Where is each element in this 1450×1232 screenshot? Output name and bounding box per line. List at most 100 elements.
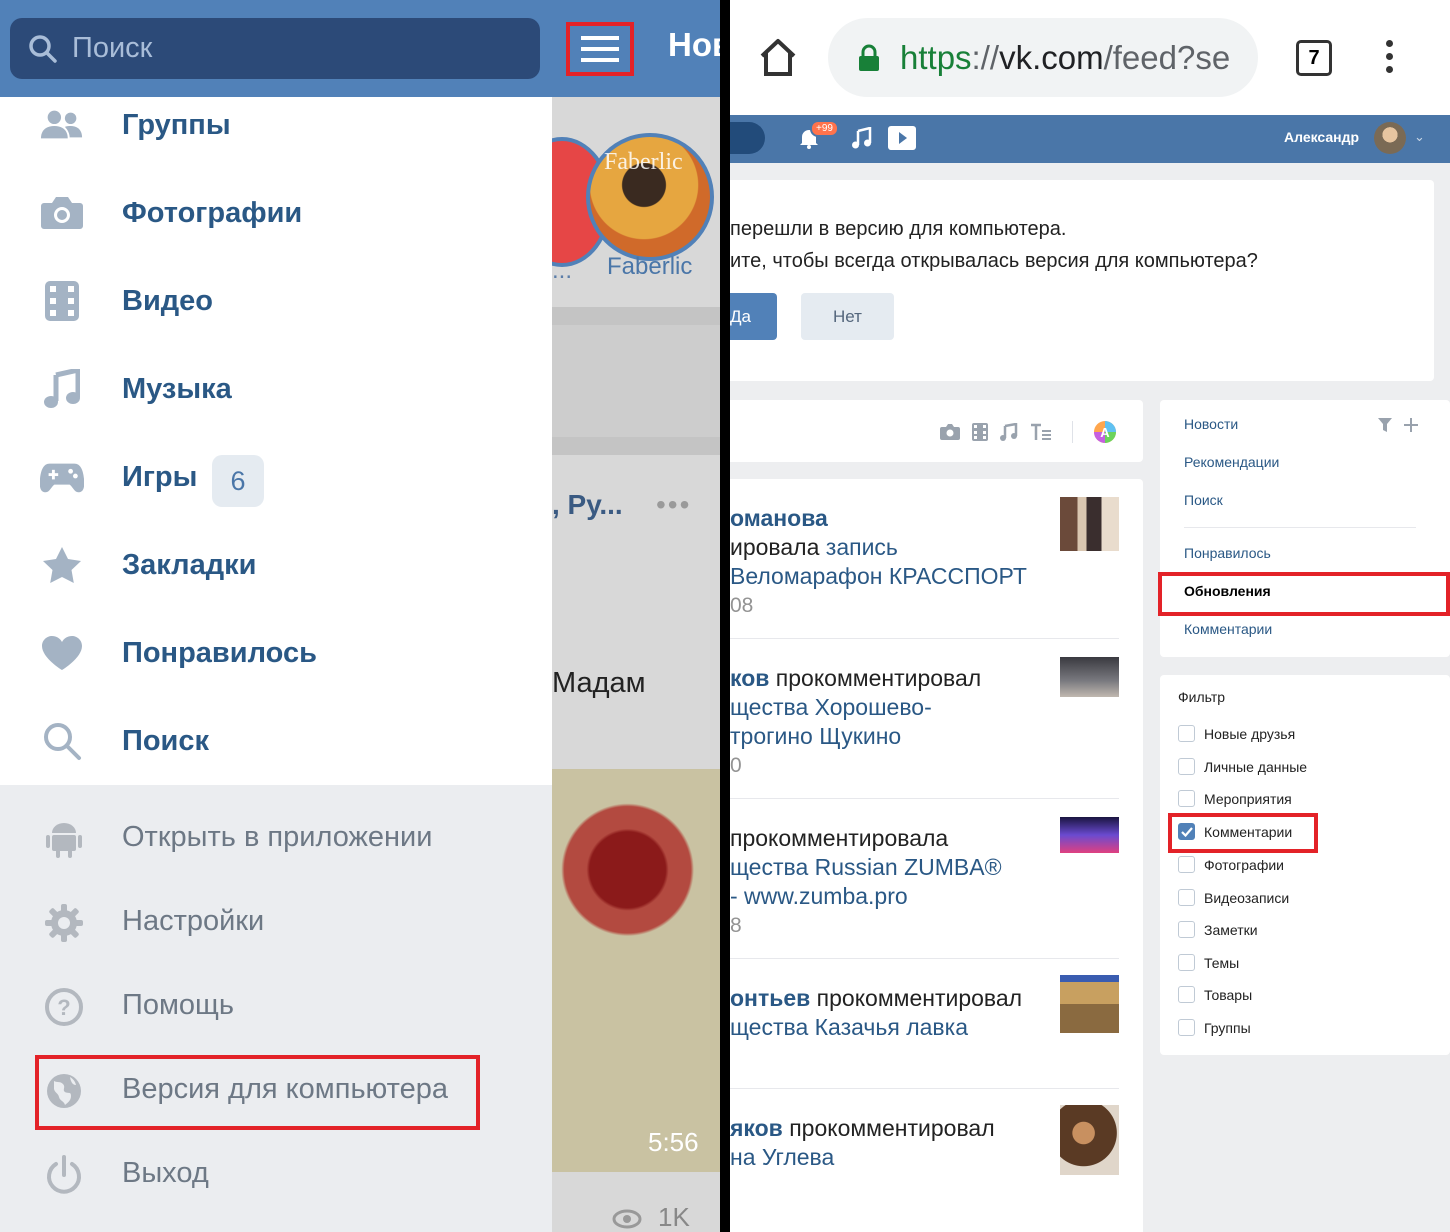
filter-products[interactable]: Товары xyxy=(1178,986,1252,1003)
filter-events[interactable]: Мероприятия xyxy=(1178,790,1292,807)
mobile-vk-screen: Faberlic ... Faberlic , Ру... ••• Мадам … xyxy=(0,0,720,1232)
checkbox[interactable] xyxy=(1178,1019,1195,1036)
menu-button[interactable] xyxy=(566,22,634,76)
tab-switcher-button[interactable]: 7 xyxy=(1296,40,1332,76)
plus-icon[interactable] xyxy=(1404,418,1418,432)
checkbox[interactable] xyxy=(1178,986,1195,1003)
post-thumbnail[interactable] xyxy=(1060,975,1119,1033)
menu-item-music[interactable]: Музыка xyxy=(0,345,552,433)
menu-item-liked[interactable]: Понравилось xyxy=(0,609,552,697)
menu-item-open-in-app[interactable]: Открыть в приложении xyxy=(0,797,552,881)
url-path: /feed?se xyxy=(1103,38,1231,76)
feed-line: трогино Щукино xyxy=(730,723,902,749)
user-name[interactable]: Александр xyxy=(1284,129,1359,145)
yes-button[interactable]: Да xyxy=(730,293,777,340)
menu-item-search[interactable]: Поиск xyxy=(0,697,552,785)
filter-icon[interactable] xyxy=(1378,418,1392,432)
desktop-vk-screen: https://vk.com/feed?se 7 +99 Александр ⌄… xyxy=(730,0,1450,1232)
filter-videos[interactable]: Видеозаписи xyxy=(1178,889,1289,906)
menu-item-groups[interactable]: Группы xyxy=(0,81,552,169)
desktop-version-notice: перешли в версию для компьютера. ите, чт… xyxy=(730,180,1434,381)
text-format-icon[interactable] xyxy=(1030,423,1052,441)
checkbox[interactable] xyxy=(1178,725,1195,742)
notification-badge: +99 xyxy=(810,120,839,137)
android-icon xyxy=(46,823,82,858)
address-bar[interactable]: https://vk.com/feed?se xyxy=(828,18,1258,97)
menu-item-bookmarks[interactable]: Закладки xyxy=(0,521,552,609)
browser-menu-icon[interactable] xyxy=(1386,40,1394,76)
menu-item-settings[interactable]: Настройки xyxy=(0,881,552,965)
search-icon xyxy=(44,723,81,760)
music-icon[interactable] xyxy=(852,127,872,149)
play-icon[interactable] xyxy=(888,126,916,150)
menu-item-logout[interactable]: Выход xyxy=(0,1133,552,1217)
vk-header: +99 Александр ⌄ xyxy=(730,115,1450,163)
feed-line: на Углева xyxy=(730,1144,835,1170)
highlight-comments-filter xyxy=(1168,813,1318,853)
post-views: 1K xyxy=(612,1202,690,1232)
post-thumbnail[interactable] xyxy=(1060,1105,1119,1175)
video-icon[interactable] xyxy=(972,423,988,441)
feed-line: онтьев прокомментировал xyxy=(730,985,1023,1011)
video-icon xyxy=(45,281,79,321)
tab-comments[interactable]: Комментарии xyxy=(1184,621,1272,637)
filter-topics[interactable]: Темы xyxy=(1178,954,1239,971)
feed-item[interactable]: прокомментировала щества Russian ZUMBA® … xyxy=(730,799,1143,959)
feed-item[interactable]: онтьев прокомментировал щества Казачья л… xyxy=(730,959,1143,1089)
filter-personal-data[interactable]: Личные данные xyxy=(1178,758,1307,775)
post-thumbnail[interactable] xyxy=(1060,817,1119,853)
chevron-down-icon[interactable]: ⌄ xyxy=(1414,129,1425,145)
star-icon xyxy=(43,547,81,583)
search-icon xyxy=(29,34,57,63)
no-button[interactable]: Нет xyxy=(801,293,894,340)
post-more-button[interactable]: ••• xyxy=(656,489,691,521)
vk-search-input[interactable] xyxy=(730,122,765,154)
tab-liked[interactable]: Понравилось xyxy=(1184,545,1271,561)
page-title: Нов xyxy=(668,26,720,63)
checkbox[interactable] xyxy=(1178,954,1195,971)
checkbox[interactable] xyxy=(1178,889,1195,906)
search-input[interactable]: Поиск xyxy=(10,18,540,79)
news-feed: оманова ировала запись Веломарафон КРАСС… xyxy=(730,479,1143,1232)
filter-new-friends[interactable]: Новые друзья xyxy=(1178,725,1295,742)
background-feed: Faberlic ... Faberlic , Ру... ••• Мадам … xyxy=(512,97,720,1232)
svg-text:?: ? xyxy=(57,995,70,1020)
post-thumbnail[interactable] xyxy=(1060,497,1119,551)
menu-item-games[interactable]: Игры 6 xyxy=(0,433,552,521)
tab-search[interactable]: Поиск xyxy=(1184,492,1223,508)
feed-item[interactable]: ков прокомментировал щества Хорошево- тр… xyxy=(730,639,1143,799)
home-icon[interactable] xyxy=(758,38,798,76)
story-avatar-faberlic[interactable]: Faberlic xyxy=(586,133,714,261)
checkbox[interactable] xyxy=(1178,921,1195,938)
music-icon[interactable] xyxy=(1000,423,1018,441)
feed-line: прокомментировала xyxy=(730,825,949,851)
post-author[interactable]: , Ру... xyxy=(552,489,623,521)
menu-item-help[interactable]: ? Помощь xyxy=(0,965,552,1049)
filter-panel: Фильтр Новые друзья Личные данные Меропр… xyxy=(1160,675,1450,1055)
checkbox[interactable] xyxy=(1178,790,1195,807)
story-label-faberlic: Faberlic xyxy=(607,253,693,280)
filter-groups[interactable]: Группы xyxy=(1178,1019,1251,1036)
checkbox[interactable] xyxy=(1178,856,1195,873)
lock-icon xyxy=(859,44,879,71)
tab-news[interactable]: Новости xyxy=(1184,416,1238,432)
faberlic-logo: Faberlic xyxy=(604,149,683,175)
menu-item-video[interactable]: Видео xyxy=(0,257,552,345)
feed-item[interactable]: оманова ировала запись Веломарафон КРАСС… xyxy=(730,479,1143,639)
avatar-icon[interactable]: A xyxy=(1093,420,1117,444)
feed-item[interactable]: яков прокомментировал на Углева xyxy=(730,1089,1143,1229)
music-icon xyxy=(44,369,80,408)
menu-item-photos[interactable]: Фотографии xyxy=(0,169,552,257)
avatar[interactable] xyxy=(1374,122,1406,154)
filter-photos[interactable]: Фотографии xyxy=(1178,856,1284,873)
feed-sections-menu: Новости Рекомендации Поиск Понравилось О… xyxy=(1160,400,1450,657)
post-video-thumbnail[interactable] xyxy=(552,769,720,1172)
camera-icon[interactable] xyxy=(940,424,960,440)
checkbox[interactable] xyxy=(1178,758,1195,775)
tab-recommendations[interactable]: Рекомендации xyxy=(1184,454,1279,470)
post-thumbnail[interactable] xyxy=(1060,657,1119,697)
post-composer: A xyxy=(730,400,1143,462)
composer-tools: A xyxy=(940,420,1117,444)
feed-line: оманова xyxy=(730,505,828,531)
filter-notes[interactable]: Заметки xyxy=(1178,921,1258,938)
